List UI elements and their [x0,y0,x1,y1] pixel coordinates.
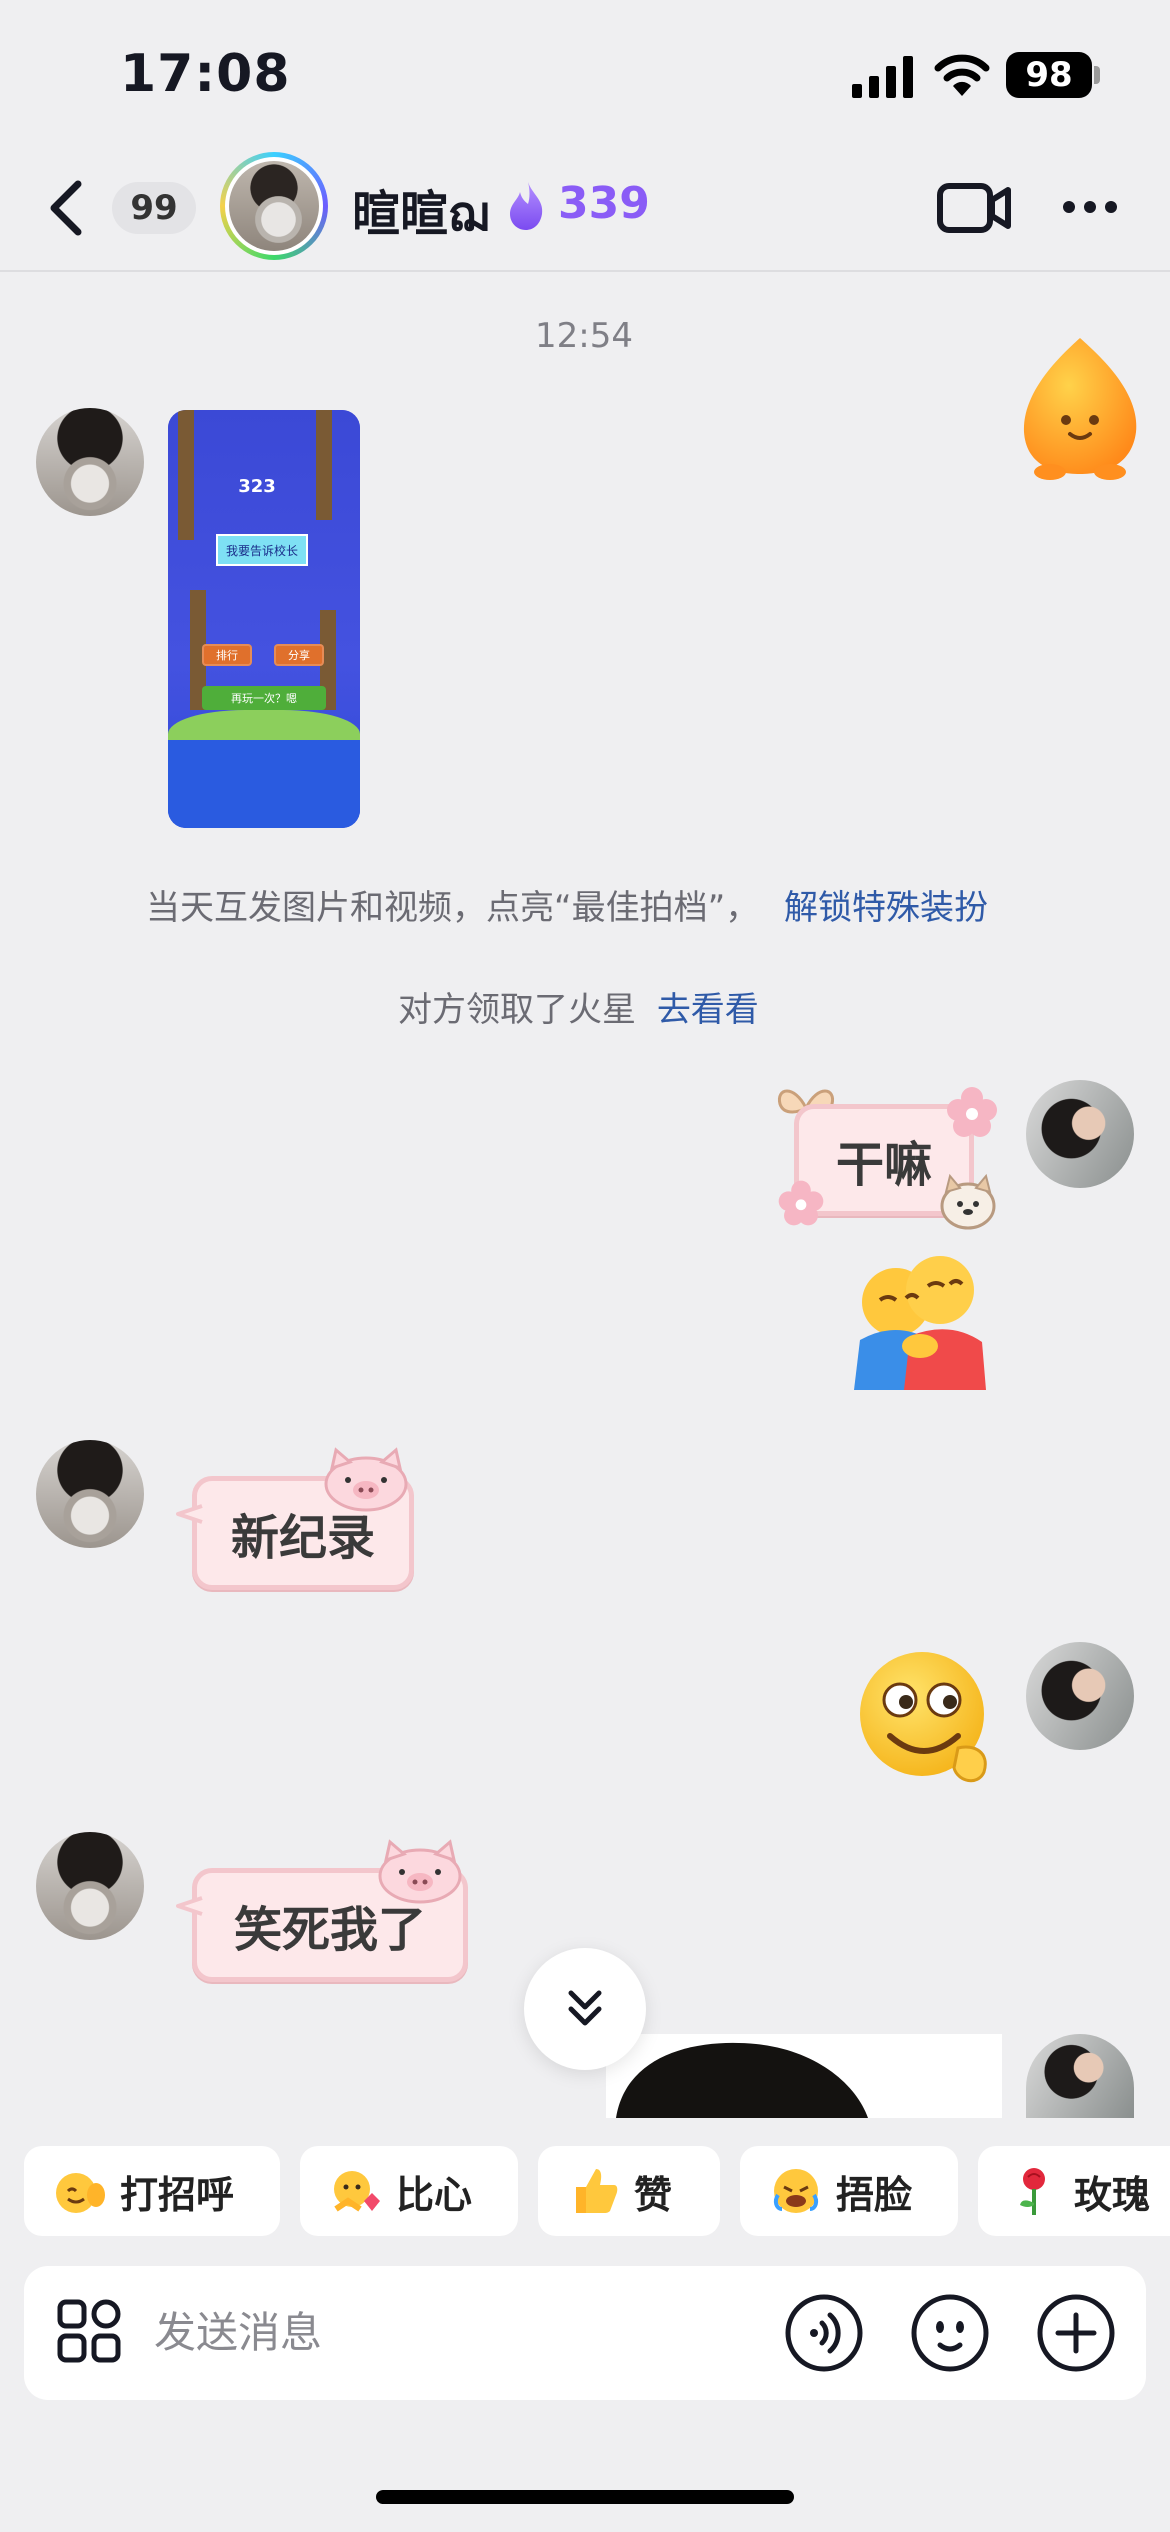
thinking-smile-emoji-icon[interactable] [854,1648,1002,1786]
quick-reply-chip[interactable]: 玫瑰 [978,2146,1170,2236]
battery-indicator: 98 [1006,52,1092,98]
peer-avatar-small[interactable] [36,408,144,516]
emoji-picker-icon[interactable] [910,2293,990,2373]
my-avatar[interactable] [1026,1080,1134,1188]
game-play-again-button: 再玩一次？嗯 [202,686,326,710]
back-chevron-icon[interactable] [46,178,86,238]
double-chevron-down-icon [568,1990,602,2026]
quick-reply-chip[interactable]: 比心 [300,2146,518,2236]
pig-face-icon [324,1447,408,1512]
unread-count-badge[interactable]: 99 [112,182,196,234]
quick-reply-label: 玫瑰 [1074,2172,1151,2217]
go-see-link[interactable]: 去看看 [657,990,759,1030]
game-rank-button: 排行 [202,644,252,666]
game-share-button: 分享 [274,644,324,666]
more-options-icon[interactable] [1062,200,1118,214]
photo-hair-shape [616,2042,868,2118]
best-partner-notice: 当天互发图片和视频，点亮“最佳拍档”， 解锁特殊装扮 [146,880,988,929]
voice-message-icon[interactable] [784,2293,864,2373]
message-input[interactable] [154,2300,754,2364]
quick-reply-chip[interactable]: 赞 [538,2146,720,2236]
bubble-tail-icon [176,1504,203,1524]
hug-emoji-icon[interactable] [840,1250,1000,1390]
peer-name[interactable]: 暄暄ฌ [352,174,489,252]
mars-claimed-notice: 对方领取了火星 去看看 [398,982,759,1031]
add-attachment-icon[interactable] [1036,2293,1116,2373]
status-time: 17:08 [120,44,291,104]
streak-count: 339 [558,178,650,229]
game-score: 323 [238,476,276,497]
dog-face-icon [940,1173,996,1230]
rose-emoji-icon [1020,2168,1045,2215]
heart-hands-emoji-icon [334,2171,380,2212]
home-indicator [376,2490,794,2504]
apps-grid-icon[interactable] [56,2298,122,2364]
thumbs-up-emoji-icon [576,2169,618,2213]
mars-claimed-notice-text: 对方领取了火星 [398,990,636,1030]
quick-reply-label: 比心 [396,2172,473,2217]
flame-streak-icon [510,182,543,230]
peer-avatar[interactable] [220,152,328,260]
cellular-signal-icon [852,56,913,98]
game-screenshot-image[interactable]: 323 我要告诉校长 排行 分享 再玩一次？嗯 [168,410,360,828]
facepalm-emoji-icon [773,2169,819,2213]
my-avatar[interactable] [1026,2034,1134,2118]
peer-avatar-small[interactable] [36,1832,144,1940]
quick-reply-label: 打招呼 [120,2172,235,2217]
flower-icon [947,1087,997,1137]
wifi-icon [934,54,990,96]
my-avatar[interactable] [1026,1642,1134,1750]
best-partner-notice-text: 当天互发图片和视频，点亮“最佳拍档”， [146,888,760,928]
bubble-tail-icon [176,1896,203,1916]
quick-reply-label: 赞 [634,2172,673,2217]
wave-emoji-icon [56,2173,105,2213]
game-title-banner: 我要告诉校长 [216,534,308,566]
quick-reply-chip[interactable]: 捂脸 [740,2146,958,2236]
pig-face-icon [378,1839,462,1904]
message-timestamp: 12:54 [535,316,633,356]
unlock-decoration-link[interactable]: 解锁特殊装扮 [784,888,988,928]
scroll-to-bottom-button[interactable] [524,1948,646,2070]
peer-avatar-small[interactable] [36,1440,144,1548]
photo-message[interactable] [606,2034,1002,2118]
quick-reply-chip[interactable]: 打招呼 [24,2146,280,2236]
mascot-sticker-icon[interactable] [1010,332,1150,482]
flower-icon [778,1180,824,1226]
video-call-icon[interactable] [936,180,1012,236]
quick-reply-label: 捂脸 [836,2172,913,2217]
battery-tip [1094,66,1100,84]
